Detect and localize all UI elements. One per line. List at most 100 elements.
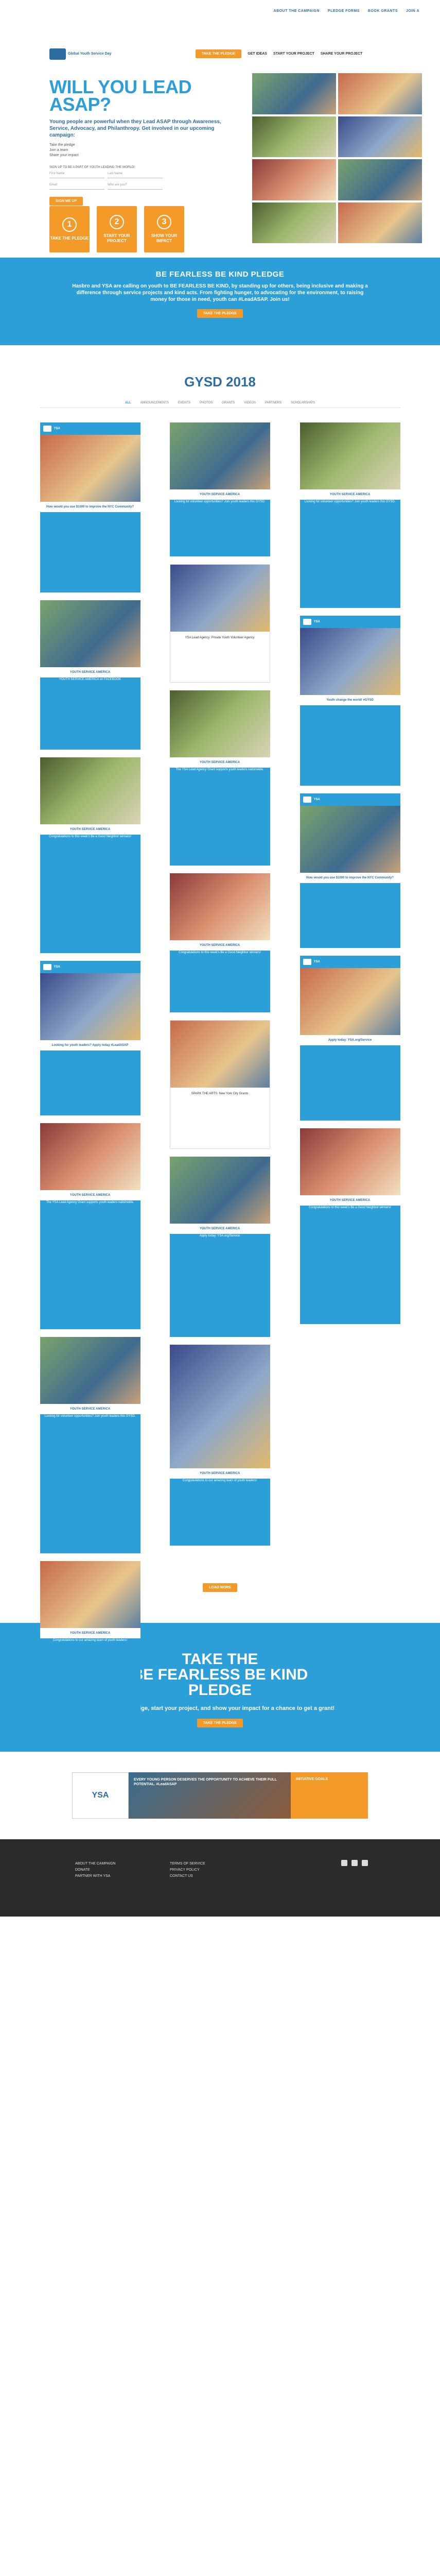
card-text: SPARK THE ARTS: New York City Grants — [191, 1092, 249, 1095]
signup-submit-button[interactable]: SIGN ME UP — [49, 197, 83, 206]
social-card[interactable]: YOUTH SERVICE AMERICA Apply today: YSA.o… — [169, 1157, 270, 1337]
social-card[interactable]: YOUTH SERVICE AMERICA Congratulations to… — [169, 873, 270, 1012]
card-text: The YSA Lead Agency Grant supports youth… — [46, 1201, 134, 1204]
social-card[interactable]: YSA How would you use $1000 to improve t… — [300, 793, 400, 948]
filter-tab[interactable]: PHOTOS — [200, 401, 213, 404]
filter-tab[interactable]: VIDEOS — [244, 401, 256, 404]
top-nav-link[interactable]: PLEDGE FORMS — [328, 9, 360, 13]
step-label: TAKE THE PLEDGE — [50, 236, 89, 241]
card-text: YOUTH SERVICE AMERICA on FACEBOOK — [59, 678, 121, 681]
hero-cta-link[interactable]: SHARE YOUR PROJECT — [321, 52, 363, 56]
card-author: YOUTH SERVICE AMERICA — [169, 1468, 270, 1479]
card-author: YSA — [313, 620, 320, 623]
step-card[interactable]: 3 SHOW YOUR IMPACT — [144, 206, 184, 252]
hero-pledge-button[interactable]: TAKE THE PLEDGE — [196, 49, 242, 58]
filter-tabs: ALL ANNOUNCEMENTS EVENTS PHOTOS GRANTS V… — [40, 401, 400, 408]
filter-tab[interactable]: SCHOLARSHIPS — [291, 401, 315, 404]
step-card[interactable]: 1 TAKE THE PLEDGE — [49, 206, 90, 252]
avatar — [43, 426, 51, 432]
gysd-title: GYSD 2018 — [184, 374, 256, 389]
card-image — [169, 690, 270, 757]
first-name-field[interactable]: First Name — [49, 171, 104, 178]
hero-headline-block: WILL YOU LEAD ASAP? Young people are pow… — [49, 78, 224, 158]
role-select[interactable]: Who are you? — [108, 182, 163, 190]
logo[interactable]: Global Youth Service Day — [49, 48, 112, 60]
social-card[interactable]: YSA How would you use $1000 to improve t… — [40, 422, 140, 592]
card-image — [40, 973, 140, 1040]
social-card[interactable]: YSA Lead Agency: Private Youth Volunteer… — [169, 564, 270, 683]
step-card[interactable]: 2 START YOUR PROJECT — [97, 206, 137, 252]
filter-tab[interactable]: EVENTS — [178, 401, 190, 404]
site-footer: ABOUT THE CAMPAIGN DONATE PARTNER WITH Y… — [0, 1839, 440, 1917]
social-card[interactable]: YOUTH SERVICE AMERICA Congratulations to… — [40, 757, 140, 953]
card-text: How would you use $1000 to improve the N… — [40, 502, 140, 512]
card-author: YOUTH SERVICE AMERICA — [300, 489, 400, 500]
hero-photo — [338, 73, 422, 114]
pledge-button[interactable]: TAKE THE PLEDGE — [197, 309, 243, 318]
filter-tab[interactable]: ALL — [125, 401, 131, 404]
social-card[interactable]: YOUTH SERVICE AMERICA Looking for volunt… — [169, 422, 270, 556]
social-card[interactable]: SPARK THE ARTS: New York City Grants — [169, 1020, 270, 1149]
card-text: Congratulations to this week's Be a Good… — [49, 835, 131, 838]
footer-link[interactable]: CONTACT US — [170, 1873, 205, 1879]
top-nav-link[interactable]: ABOUT THE CAMPAIGN — [274, 9, 320, 13]
filter-tab[interactable]: PARTNERS — [265, 401, 281, 404]
top-nav-link[interactable]: JOIN A — [406, 9, 419, 13]
step-number: 1 — [62, 217, 77, 232]
social-card[interactable]: YOUTH SERVICE AMERICA Congratulations to… — [300, 1128, 400, 1324]
hero-cta-link[interactable]: GET IDEAS — [248, 52, 267, 56]
card-text: Looking for volunteer opportunities? Joi… — [174, 500, 266, 503]
hero-section: Global Youth Service Day TAKE THE PLEDGE… — [0, 22, 440, 258]
avatar — [303, 796, 311, 803]
card-text: Youth change the world! #GYSD — [300, 695, 400, 705]
card-author: YSA — [54, 965, 60, 969]
pledge-text: Hasbro and YSA are calling on youth to B… — [72, 283, 368, 302]
footer-link[interactable]: PRIVACY POLICY — [170, 1867, 205, 1873]
social-card[interactable]: YOUTH SERVICE AMERICA The YSA Lead Agenc… — [40, 1123, 140, 1329]
hero-cta-link[interactable]: START YOUR PROJECT — [273, 52, 314, 56]
social-card[interactable]: YOUTH SERVICE AMERICA Looking for volunt… — [300, 422, 400, 608]
instagram-icon[interactable] — [341, 1860, 347, 1866]
hero-photo — [252, 73, 336, 114]
steps-row: 1 TAKE THE PLEDGE 2 START YOUR PROJECT 3… — [49, 206, 184, 252]
footer-link[interactable]: TERMS OF SERVICE — [170, 1861, 205, 1867]
social-card[interactable]: YSA Looking for youth leaders? Apply tod… — [40, 961, 140, 1115]
filter-tab[interactable]: ANNOUNCEMENTS — [140, 401, 169, 404]
signup-form-label: SIGN UP TO BE A PART OF YOUTH LEADING TH… — [49, 166, 135, 169]
card-text: Congratulations to this week's Be a Good… — [309, 1206, 391, 1209]
email-field[interactable]: Email — [49, 182, 104, 190]
social-card[interactable]: YSA Apply today: YSA.org/Service — [300, 956, 400, 1121]
card-image — [169, 1345, 270, 1468]
facebook-icon[interactable] — [351, 1860, 358, 1866]
logo-mark — [49, 48, 66, 60]
card-author: YSA — [313, 960, 320, 963]
card-text: The YSA Lead Agency Grant supports youth… — [175, 768, 264, 771]
card-author: YOUTH SERVICE AMERICA — [169, 757, 270, 768]
social-card[interactable]: YSA Youth change the world! #GYSD — [300, 616, 400, 786]
pledge-banner: BE FEARLESS BE KIND PLEDGE Hasbro and YS… — [0, 258, 440, 345]
footer-link[interactable]: DONATE — [75, 1867, 116, 1873]
hero-subhead: Young people are powerful when they Lead… — [49, 119, 221, 138]
twitter-icon[interactable] — [362, 1860, 368, 1866]
hero-photo — [252, 202, 336, 243]
social-card[interactable]: YOUTH SERVICE AMERICA Looking for volunt… — [40, 1337, 140, 1553]
social-card[interactable]: YOUTH SERVICE AMERICA Congratulations to… — [40, 1561, 140, 1726]
card-author: YSA — [54, 427, 60, 430]
hero-headline: WILL YOU LEAD ASAP? — [49, 76, 192, 115]
social-card[interactable]: YOUTH SERVICE AMERICA Congratulations to… — [169, 1345, 270, 1546]
hero-photo — [338, 116, 422, 157]
top-nav-link[interactable]: BOOK GRANTS — [368, 9, 398, 13]
last-name-field[interactable]: Last Name — [108, 171, 163, 178]
filter-tab[interactable]: GRANTS — [222, 401, 235, 404]
footer-links-col: ABOUT THE CAMPAIGN DONATE PARTNER WITH Y… — [75, 1861, 116, 1879]
hero-cta-bar: TAKE THE PLEDGE GET IDEAS START YOUR PRO… — [196, 49, 362, 58]
social-card[interactable]: YOUTH SERVICE AMERICA The YSA Lead Agenc… — [169, 690, 270, 866]
footer-link[interactable]: PARTNER WITH YSA — [75, 1873, 116, 1879]
card-image — [300, 422, 400, 489]
step-number: 3 — [157, 215, 171, 229]
social-card[interactable]: YOUTH SERVICE AMERICA YOUTH SERVICE AMER… — [40, 600, 140, 750]
card-image — [300, 1128, 400, 1195]
card-image — [40, 435, 140, 502]
card-image — [300, 806, 400, 873]
footer-link[interactable]: ABOUT THE CAMPAIGN — [75, 1861, 116, 1867]
